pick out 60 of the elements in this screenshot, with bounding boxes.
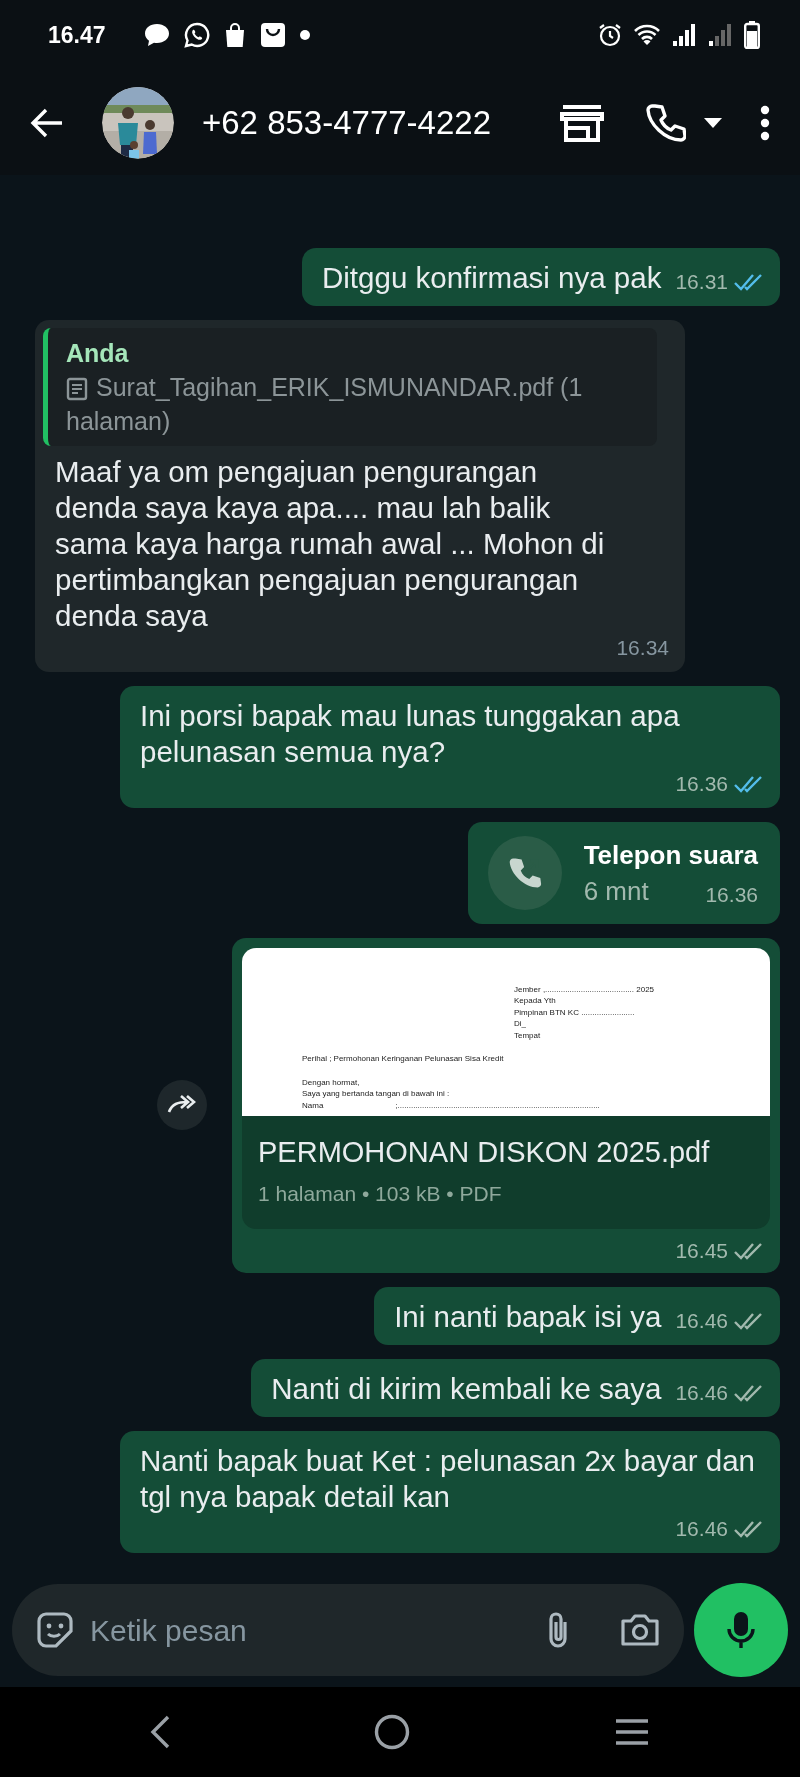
- chat-bubble-icon: [143, 23, 170, 47]
- field-value: ;...........................................................................................: [395, 1099, 600, 1111]
- battery-icon: [744, 21, 760, 49]
- phone-bubble-icon: [183, 22, 210, 48]
- message-field[interactable]: Ketik pesan: [12, 1584, 684, 1676]
- message-time: 16.46: [675, 1516, 728, 1542]
- quote-author: Anda: [66, 337, 130, 369]
- field-label: Nama: [302, 1099, 324, 1111]
- status-time: 16.47: [48, 20, 106, 50]
- message-text: Nanti bapak buat Ket : pelunasan 2x bayar dan tgl nya bapak detail kan: [140, 1443, 757, 1515]
- message-time: 16.45: [675, 1238, 728, 1264]
- call-bubble[interactable]: Telepon suara 6 mnt 16.36: [467, 821, 780, 924]
- message-time: 16.46: [675, 1308, 728, 1334]
- message-time: 16.36: [705, 881, 758, 908]
- document-line: Dengan hormat,: [302, 1076, 361, 1088]
- call-duration: 6 mnt: [583, 874, 649, 908]
- more-icon[interactable]: [760, 104, 770, 141]
- message-text: Ini nanti bapak isi ya: [394, 1299, 662, 1335]
- document-line: Jember ,........................................ 2025: [513, 983, 656, 995]
- file-info-panel[interactable]: PERMOHONAN DISKON 2025.pdf 1 halaman • 103 kB • PDF: [242, 1115, 770, 1229]
- document-line: Perihal ; Permohonan Keringanan Pelunasan Sisa Kredit: [302, 1053, 505, 1065]
- wifi-icon: [634, 24, 660, 46]
- bag-icon: [259, 22, 286, 48]
- message-text: Ditggu konfirmasi nya pak: [322, 259, 662, 296]
- message-text: Nanti di kirim kembali ke saya: [271, 1371, 662, 1407]
- message-text: Maaf ya om pengajuan pengurangan denda saya kaya apa.... mau lah balik sama kaya harga rumah awal ... Mohon di pertimbangkan pengajuan pengurangan denda saya: [55, 453, 605, 634]
- document-line: Tempat: [513, 1029, 542, 1041]
- document-preview[interactable]: [242, 947, 770, 1116]
- caret-icon[interactable]: [704, 117, 722, 128]
- alarm-icon: [598, 23, 622, 47]
- microphone-icon: [726, 1610, 756, 1650]
- document-line: Saya yang bertanda tangan di bawah ini :: [302, 1088, 451, 1100]
- recent-apps-icon[interactable]: [614, 1718, 650, 1746]
- back-arrow-icon[interactable]: [30, 107, 64, 138]
- file-name: PERMOHONAN DISKON 2025.pdf: [258, 1134, 711, 1170]
- shopping-bag-icon: [223, 22, 246, 48]
- storefront-icon[interactable]: [560, 103, 604, 142]
- home-icon[interactable]: [374, 1714, 410, 1750]
- forward-icon[interactable]: [157, 1080, 207, 1131]
- back-icon[interactable]: [150, 1715, 170, 1749]
- document-line: Pimpinan BTN KC ........................: [513, 1006, 636, 1018]
- document-icon: [66, 376, 88, 401]
- message-text: Ini porsi bapak mau lunas tunggakan apa pelunasan semua nya?: [140, 697, 681, 770]
- call-title: Telepon suara: [583, 838, 758, 872]
- message-time: 16.34: [616, 634, 669, 661]
- signal-icon: [672, 24, 696, 46]
- message-time: 16.31: [675, 268, 728, 295]
- quoted-message[interactable]: Anda Surat_Tagihan_ERIK_ISMUNANDAR.pdf (1 halaman): [43, 327, 657, 446]
- signal-icon: [708, 24, 732, 46]
- attach-icon[interactable]: [546, 1610, 570, 1650]
- camera-icon[interactable]: [620, 1613, 660, 1647]
- message-time: 16.36: [675, 770, 728, 797]
- file-meta: 1 halaman • 103 kB • PDF: [258, 1180, 503, 1207]
- quote-text: Surat_Tagihan_ERIK_ISMUNANDAR.pdf (1 halaman): [66, 371, 584, 437]
- sticker-icon[interactable]: [36, 1611, 74, 1649]
- dot-icon: [299, 30, 310, 40]
- document-line: Kepada Yth: [513, 995, 557, 1007]
- document-line: Di_: [513, 1018, 527, 1030]
- phone-icon[interactable]: [646, 102, 686, 143]
- message-time: 16.46: [675, 1380, 728, 1406]
